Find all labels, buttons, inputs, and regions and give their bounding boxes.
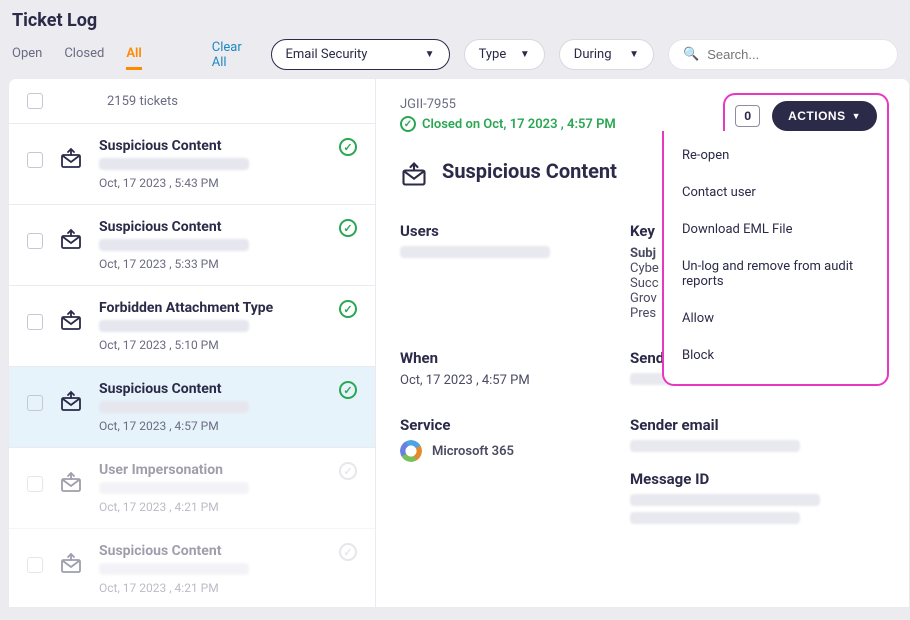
mail-icon: [57, 225, 85, 253]
row-title: Suspicious Content: [99, 138, 357, 154]
row-checkbox[interactable]: [27, 395, 43, 411]
microsoft365-icon: [400, 440, 422, 462]
row-email-redacted: [99, 482, 249, 494]
ticket-row[interactable]: Suspicious Content Oct, 17 2023 , 4:21 P…: [9, 529, 375, 608]
users-label: Users: [400, 222, 610, 240]
mail-icon: [400, 160, 428, 188]
row-date: Oct, 17 2023 , 5:33 PM: [99, 257, 357, 271]
actions-menu: Re-openContact userDownload EML FileUn-l…: [662, 131, 889, 386]
actions-menu-item[interactable]: Re-open: [664, 137, 887, 174]
chevron-down-icon: ▼: [520, 49, 530, 60]
ticket-row[interactable]: Suspicious Content Oct, 17 2023 , 5:33 P…: [9, 205, 375, 286]
mail-icon: [57, 468, 85, 496]
message-id-redacted: [630, 494, 820, 506]
when-value: Oct, 17 2023 , 4:57 PM: [400, 373, 610, 388]
ticket-list-panel: 2159 tickets Suspicious Content Oct, 17 …: [8, 78, 376, 608]
row-email-redacted: [99, 320, 249, 332]
list-header: 2159 tickets: [9, 79, 375, 124]
row-email-redacted: [99, 401, 249, 413]
closed-status-text: Closed on Oct, 17 2023 , 4:57 PM: [422, 117, 616, 132]
check-circle-icon: ✓: [400, 116, 416, 132]
row-date: Oct, 17 2023 , 4:21 PM: [99, 500, 357, 514]
row-title: Suspicious Content: [99, 543, 357, 559]
chevron-down-icon: ▼: [425, 49, 435, 60]
check-circle-icon: ✓: [339, 381, 357, 399]
actions-menu-item[interactable]: Download EML File: [664, 211, 887, 248]
tab-closed[interactable]: Closed: [64, 40, 104, 70]
row-date: Oct, 17 2023 , 4:21 PM: [99, 581, 357, 595]
row-email-redacted: [99, 239, 249, 251]
service-value: Microsoft 365: [432, 444, 514, 459]
select-all-checkbox[interactable]: [27, 93, 43, 109]
row-date: Oct, 17 2023 , 5:43 PM: [99, 176, 357, 190]
row-title: Forbidden Attachment Type: [99, 300, 357, 316]
sender-email-redacted: [630, 440, 800, 452]
filter-during-label: During: [574, 47, 612, 62]
users-value-redacted: [400, 246, 550, 258]
actions-button-label: ACTIONS: [788, 109, 846, 123]
actions-menu-item[interactable]: Un-log and remove from audit reports: [664, 248, 887, 300]
ticket-row[interactable]: User Impersonation Oct, 17 2023 , 4:21 P…: [9, 448, 375, 529]
check-circle-icon: ✓: [339, 462, 357, 480]
filter-during[interactable]: During ▼: [559, 39, 654, 70]
ticket-detail-panel: JGII-7955 ✓ Closed on Oct, 17 2023 , 4:5…: [376, 78, 910, 608]
check-circle-icon: ✓: [339, 219, 357, 237]
sender-email-label: Sender email: [630, 416, 885, 434]
check-circle-icon: ✓: [339, 138, 357, 156]
chevron-down-icon: ▼: [852, 111, 861, 121]
service-label: Service: [400, 416, 610, 434]
clear-all-link[interactable]: Clear All: [212, 40, 257, 70]
chevron-down-icon: ▼: [629, 49, 639, 60]
tab-all[interactable]: All: [126, 40, 141, 70]
ticket-row[interactable]: Suspicious Content Oct, 17 2023 , 4:57 P…: [9, 367, 375, 448]
row-checkbox[interactable]: [27, 314, 43, 330]
row-checkbox[interactable]: [27, 233, 43, 249]
ticket-row[interactable]: Suspicious Content Oct, 17 2023 , 5:43 P…: [9, 124, 375, 205]
mail-icon: [57, 306, 85, 334]
ticket-row[interactable]: Forbidden Attachment Type Oct, 17 2023 ,…: [9, 286, 375, 367]
row-date: Oct, 17 2023 , 5:10 PM: [99, 338, 357, 352]
filter-category-label: Email Security: [286, 47, 368, 62]
filter-type[interactable]: Type ▼: [464, 39, 545, 70]
filter-type-label: Type: [479, 47, 507, 62]
mail-icon: [57, 549, 85, 577]
row-title: Suspicious Content: [99, 381, 357, 397]
tabs: Open Closed All: [12, 40, 142, 70]
actions-button[interactable]: ACTIONS ▼: [772, 101, 877, 131]
row-checkbox[interactable]: [27, 557, 43, 573]
count-badge: 0: [735, 105, 760, 127]
actions-menu-item[interactable]: Contact user: [664, 174, 887, 211]
actions-menu-item[interactable]: Block: [664, 337, 887, 374]
tab-open[interactable]: Open: [12, 40, 42, 70]
message-id-label: Message ID: [630, 470, 885, 488]
row-email-redacted: [99, 158, 249, 170]
search-icon: 🔍: [683, 47, 699, 62]
ticket-count: 2159 tickets: [107, 94, 178, 109]
check-circle-icon: ✓: [339, 543, 357, 561]
message-id-redacted: [630, 512, 800, 524]
row-title: Suspicious Content: [99, 219, 357, 235]
filter-category[interactable]: Email Security ▼: [271, 39, 450, 70]
row-date: Oct, 17 2023 , 4:57 PM: [99, 419, 357, 433]
mail-icon: [57, 144, 85, 172]
topbar: Open Closed All Clear All Email Security…: [12, 39, 898, 78]
when-label: When: [400, 349, 610, 367]
actions-menu-item[interactable]: Allow: [664, 300, 887, 337]
row-checkbox[interactable]: [27, 152, 43, 168]
search-input[interactable]: [707, 47, 883, 62]
row-checkbox[interactable]: [27, 476, 43, 492]
row-title: User Impersonation: [99, 462, 357, 478]
page-title: Ticket Log: [12, 10, 898, 31]
ticket-title: Suspicious Content: [442, 159, 617, 183]
row-email-redacted: [99, 563, 249, 575]
mail-icon: [57, 387, 85, 415]
search-field[interactable]: 🔍: [668, 39, 898, 70]
check-circle-icon: ✓: [339, 300, 357, 318]
